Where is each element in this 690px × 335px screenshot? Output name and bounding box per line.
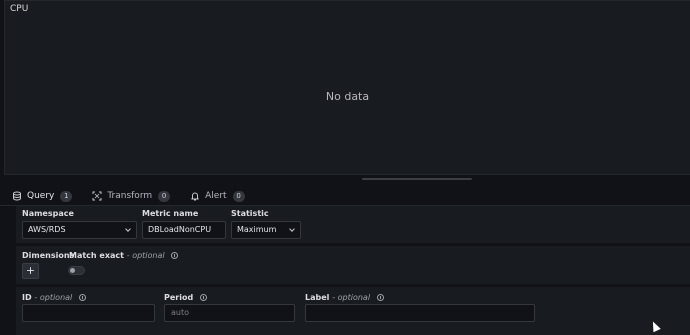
transform-icon	[92, 191, 102, 201]
metric-name-select[interactable]: DBLoadNonCPU	[142, 221, 226, 239]
match-exact-optional: - optional	[126, 251, 165, 260]
id-optional: - optional	[34, 293, 73, 302]
bell-icon	[191, 192, 199, 201]
period-label-text: Period	[164, 293, 194, 302]
period-label: Period	[164, 293, 207, 302]
add-dimension-button[interactable]: +	[22, 263, 39, 279]
statistic-select[interactable]: Maximum	[231, 221, 301, 239]
metric-name-value: DBLoadNonCPU	[148, 225, 212, 234]
tab-query-label: Query	[27, 191, 55, 201]
no-data-message: No data	[325, 90, 370, 103]
match-exact-text: Match exact	[69, 251, 124, 260]
chevron-down-icon	[125, 226, 131, 232]
tab-transform[interactable]: Transform 0	[84, 186, 178, 206]
tab-alert-count: 0	[232, 190, 245, 202]
query-editor-tabs: Query 1 Transform 0 Alert 0	[4, 186, 257, 208]
tab-query-count: 1	[60, 190, 73, 202]
metric-name-label: Metric name	[142, 209, 199, 218]
tab-transform-count: 0	[158, 190, 171, 202]
panel-resize-handle[interactable]	[362, 178, 472, 180]
label-optional: - optional	[332, 293, 371, 302]
period-input[interactable]: auto	[164, 304, 295, 322]
info-icon[interactable]	[79, 294, 87, 301]
toggle-knob	[70, 268, 75, 273]
label-label-text: Label	[305, 293, 330, 302]
database-icon	[13, 191, 21, 201]
label-input[interactable]	[305, 304, 535, 322]
match-exact-toggle[interactable]	[68, 266, 85, 275]
match-exact-label: Match exact - optional	[69, 251, 179, 260]
tab-alert-label: Alert	[205, 191, 227, 201]
tab-transform-label: Transform	[107, 191, 153, 201]
namespace-label: Namespace	[22, 209, 74, 218]
id-input[interactable]	[22, 304, 155, 322]
chevron-down-icon	[289, 226, 295, 232]
id-label: ID - optional	[22, 293, 87, 302]
statistic-value: Maximum	[237, 225, 277, 234]
namespace-select[interactable]: AWS/RDS	[22, 221, 137, 239]
label-label: Label - optional	[305, 293, 384, 302]
id-label-text: ID	[22, 293, 32, 302]
tab-alert[interactable]: Alert 0	[182, 186, 252, 206]
info-icon[interactable]	[171, 252, 179, 259]
tab-query[interactable]: Query 1	[4, 186, 81, 208]
cpu-panel: CPU No data	[4, 0, 690, 175]
panel-title[interactable]: CPU	[10, 4, 28, 14]
statistic-label: Statistic	[231, 209, 269, 218]
info-icon[interactable]	[200, 294, 207, 301]
dimensions-label: Dimensions	[22, 251, 75, 260]
namespace-value: AWS/RDS	[28, 225, 66, 234]
info-icon[interactable]	[376, 294, 384, 301]
